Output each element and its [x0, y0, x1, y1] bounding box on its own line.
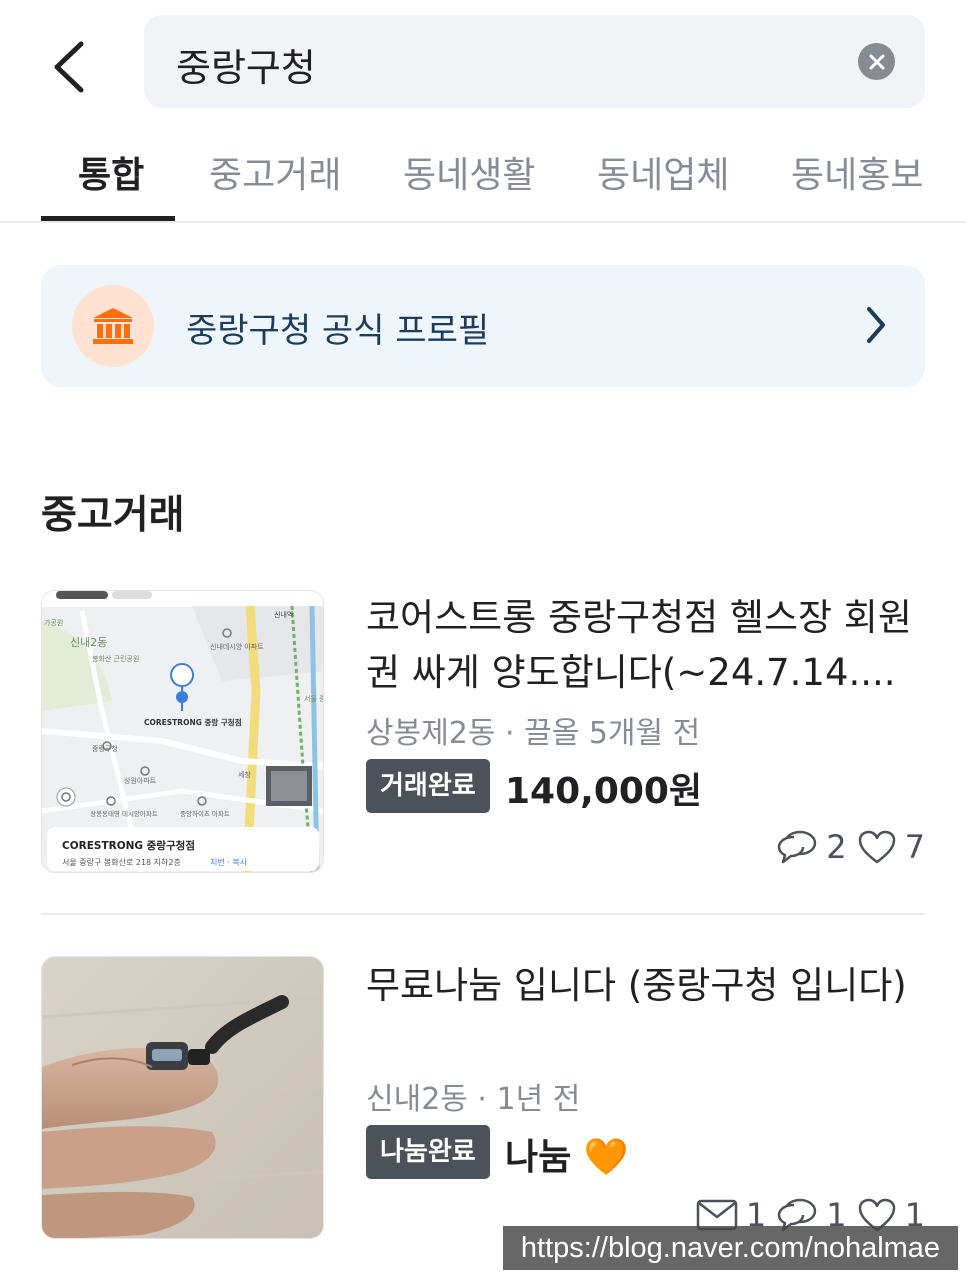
chat-count: 2	[776, 828, 847, 866]
map-label: 신내역	[274, 610, 293, 619]
map-address: 서울 중랑구 봉화산로 218 지하2층	[62, 857, 181, 867]
map-label: 가공원	[44, 618, 63, 627]
section-title-secondhand: 중고거래	[41, 493, 185, 538]
heart-icon	[858, 830, 895, 864]
map-label: 상봉동태영 데시앙아파트	[90, 809, 158, 818]
government-building-icon	[72, 285, 154, 367]
map-label: 서울 중랑	[304, 694, 324, 703]
item-thumbnail-photo	[41, 956, 324, 1239]
back-button[interactable]	[36, 30, 100, 104]
map-label: 신내데시앙 아파트	[210, 642, 264, 651]
tab-all[interactable]: 통합	[78, 146, 144, 198]
map-address-links: 지번 · 복사	[210, 858, 248, 867]
active-tab-indicator	[41, 216, 175, 221]
chevron-right-icon	[867, 307, 885, 343]
clear-search-button[interactable]	[858, 43, 895, 80]
search-input[interactable]: 중랑구청	[144, 15, 925, 108]
item-counters: 2 7	[776, 828, 925, 866]
tab-local-business[interactable]: 동네업체	[597, 146, 729, 198]
map-label: 상원아파트	[124, 776, 157, 785]
official-profile-label: 중랑구청 공식 프로필	[186, 311, 490, 351]
tab-local-ads[interactable]: 동네홍보	[791, 146, 923, 198]
tab-secondhand[interactable]: 중고거래	[209, 146, 341, 198]
chat-count-value: 2	[826, 828, 847, 866]
search-tabs: 통합 중고거래 동네생활 동네업체 동네홍보	[0, 120, 966, 223]
item-price-label: 나눔	[505, 1137, 572, 1178]
like-count-value: 7	[904, 828, 925, 866]
map-label: 중랑구청	[92, 745, 118, 753]
item-meta: 상봉제2동 · 끌올 5개월 전	[366, 716, 701, 751]
map-label: CORESTRONG 중랑 구청점	[144, 717, 242, 727]
chevron-left-icon	[54, 41, 84, 93]
item-price: 나눔 🧡	[505, 1128, 629, 1180]
list-item[interactable]: 무료나눔 입니다 (중랑구청 입니다) 신내2동 · 1년 전 나눔완료 나눔 …	[41, 956, 925, 1256]
item-price: 140,000원	[505, 771, 703, 812]
chat-bubble-icon	[778, 830, 817, 864]
close-icon	[869, 54, 884, 69]
status-badge: 나눔완료	[366, 1125, 490, 1179]
official-profile-card[interactable]: 중랑구청 공식 프로필	[41, 265, 925, 387]
blog-watermark: https://blog.naver.com/nohalmae	[503, 1226, 958, 1270]
map-place-name: CORESTRONG 중랑구청점	[62, 839, 195, 852]
list-divider	[41, 913, 925, 915]
map-label: 세창	[238, 770, 251, 779]
search-query[interactable]: 중랑구청	[176, 37, 316, 92]
list-item[interactable]: 신내2동 봉화산 근린공원 신내데시앙 아파트 CORESTRONG 중랑 구청…	[41, 590, 925, 880]
tab-community[interactable]: 동네생활	[403, 146, 535, 198]
map-label: 봉화산 근린공원	[92, 654, 139, 663]
like-count: 7	[857, 828, 925, 866]
map-label: 신내2동	[70, 636, 107, 649]
status-badge: 거래완료	[366, 759, 490, 813]
top-bar: 중랑구청	[0, 0, 966, 120]
map-label: 중앙하이츠 아파트	[180, 809, 230, 818]
item-title: 무료나눔 입니다 (중랑구청 입니다)	[366, 964, 907, 1007]
item-meta: 신내2동 · 1년 전	[366, 1082, 581, 1117]
item-thumbnail-map: 신내2동 봉화산 근린공원 신내데시앙 아파트 CORESTRONG 중랑 구청…	[41, 590, 324, 873]
item-title: 코어스트롱 중랑구청점 헬스장 회원권 싸게 양도합니다(~24.7.14...…	[366, 596, 912, 694]
orange-heart-emoji: 🧡	[583, 1137, 629, 1178]
